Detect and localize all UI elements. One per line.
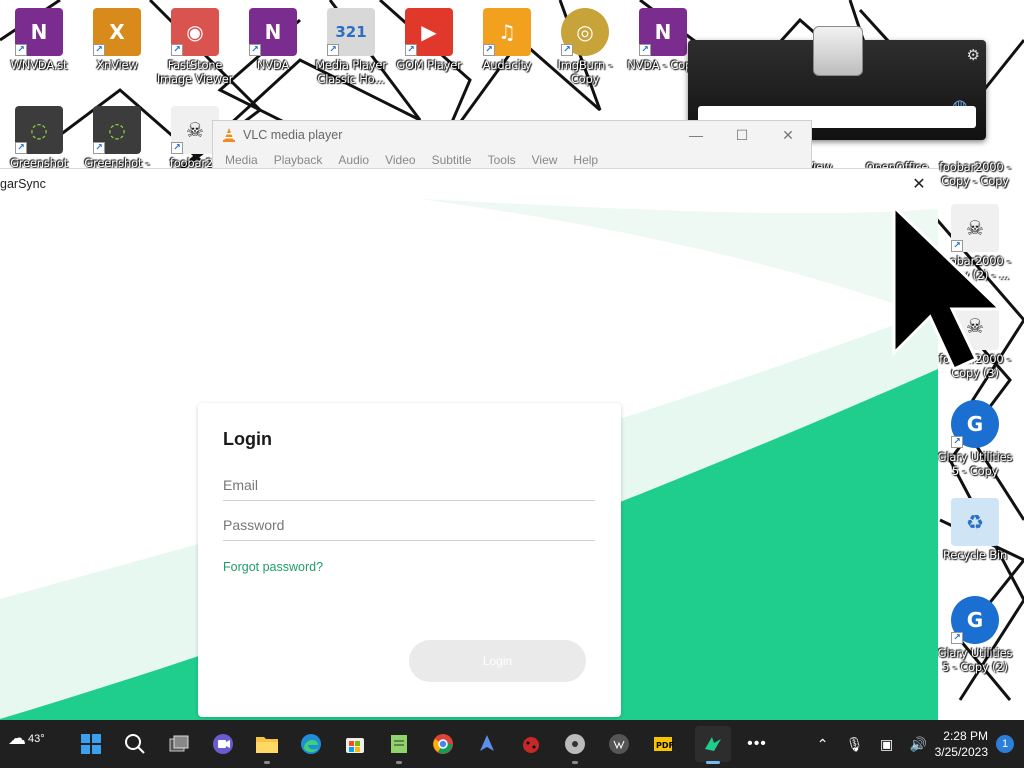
desktop-icon-nvda[interactable]: N ↗ NVDA bbox=[234, 4, 312, 100]
xnview-icon: X ↗ bbox=[93, 8, 141, 56]
nvda-icon: N ↗ bbox=[639, 8, 687, 56]
file-explorer-icon bbox=[256, 737, 278, 753]
greenshot-icon: ◌ ↗ bbox=[15, 106, 63, 154]
gom-player-icon: ▶ ↗ bbox=[405, 8, 453, 56]
disc-button[interactable] bbox=[557, 726, 593, 764]
edge-button[interactable] bbox=[293, 726, 329, 762]
faststone-icon: ◉ ↗ bbox=[171, 8, 219, 56]
teams-icon bbox=[213, 734, 233, 754]
app-icon bbox=[480, 735, 494, 751]
chevron-up-icon[interactable]: ⌃ bbox=[811, 732, 835, 756]
desktop-icon-gom[interactable]: ▶ ↗ GOM Player bbox=[390, 4, 468, 100]
search-icon bbox=[125, 734, 145, 754]
mouse-cursor-icon bbox=[892, 205, 1002, 371]
menu-tools[interactable]: Tools bbox=[480, 153, 524, 167]
notepad-button[interactable] bbox=[381, 726, 417, 764]
clock[interactable]: 2:28 PM 3/25/2023 bbox=[935, 728, 988, 760]
password-field[interactable] bbox=[223, 509, 595, 541]
clock-date: 3/25/2023 bbox=[934, 745, 988, 759]
app-button[interactable] bbox=[469, 726, 505, 762]
store-icon bbox=[346, 738, 364, 753]
desktop-icon-recycle-bin[interactable]: ♻ Recycle Bin bbox=[936, 494, 1014, 590]
chrome-button[interactable] bbox=[425, 726, 461, 762]
greenshot-icon: ◌ ↗ bbox=[93, 106, 141, 154]
login-card: Login Forgot password? Login bbox=[198, 403, 621, 717]
maximize-icon[interactable]: ☐ bbox=[719, 121, 765, 149]
system-tray: ⌃ 🎙 ▣ 🔊 2:28 PM 3/25/2023 1 bbox=[807, 720, 1024, 768]
more-apps-button[interactable]: ••• bbox=[739, 726, 775, 762]
vlc-cone-icon bbox=[223, 128, 235, 142]
disc-icon bbox=[565, 734, 585, 754]
cloud-icon: ☁ bbox=[8, 728, 26, 748]
store-button[interactable] bbox=[337, 726, 373, 762]
more-icon: ••• bbox=[747, 735, 767, 752]
desktop-icon-glary-copy[interactable]: G ↗ Glary Utilities 5 - Copy bbox=[936, 396, 1014, 492]
file-explorer-button[interactable] bbox=[249, 726, 285, 764]
winamp-button[interactable] bbox=[601, 726, 637, 762]
email-field[interactable] bbox=[223, 469, 595, 501]
recycle-bin-icon: ♻ bbox=[951, 498, 999, 546]
task-view-button[interactable] bbox=[161, 726, 197, 762]
sugarsync-window[interactable]: garSync ✕ Login Forgot password? Login bbox=[0, 168, 938, 720]
sugarsync-icon bbox=[705, 737, 721, 751]
menu-media[interactable]: Media bbox=[217, 153, 266, 167]
login-title: Login bbox=[223, 429, 272, 449]
winamp-icon bbox=[609, 734, 629, 754]
glary-utilities-icon: G ↗ bbox=[951, 596, 999, 644]
sugarsync-titlebar[interactable]: garSync bbox=[0, 169, 938, 199]
microphone-icon[interactable]: 🎙 bbox=[843, 732, 867, 756]
desktop-icon-imgburn[interactable]: ◎ ↗ ImgBurn - Copy bbox=[546, 4, 624, 100]
clock-time: 2:28 PM bbox=[943, 729, 988, 743]
notepad-icon bbox=[391, 735, 407, 753]
widget-handle[interactable] bbox=[813, 26, 863, 76]
menu-playback[interactable]: Playback bbox=[266, 153, 331, 167]
menu-audio[interactable]: Audio bbox=[330, 153, 377, 167]
desktop: N ↗ WNVDA.st X ↗ XnView ◉ ↗ FastStone Image… bbox=[0, 0, 1024, 720]
ladybug-button[interactable] bbox=[513, 726, 549, 762]
media-player-classic-icon: 321 ↗ bbox=[327, 8, 375, 56]
audacity-icon: ♫ ↗ bbox=[483, 8, 531, 56]
sugarsync-button[interactable] bbox=[695, 726, 731, 764]
imgburn-icon: ◎ ↗ bbox=[561, 8, 609, 56]
window-title: garSync bbox=[0, 177, 46, 191]
vlc-window[interactable]: VLC media player — ☐ ✕ Media Playback Au… bbox=[212, 120, 812, 170]
ladybug-icon bbox=[523, 737, 539, 753]
chrome-icon bbox=[433, 734, 453, 754]
glary-utilities-icon: G ↗ bbox=[951, 400, 999, 448]
teams-button[interactable] bbox=[205, 726, 241, 762]
desktop-icon-wnvda[interactable]: N ↗ WNVDA.st bbox=[0, 4, 78, 100]
start-button[interactable] bbox=[73, 726, 109, 762]
start-icon bbox=[81, 734, 101, 754]
taskbar: ☁ 43° PDF ••• ⌃ 🎙 ▣ 🔊 2:28 PM 3/25/2023 … bbox=[0, 720, 1024, 768]
network-icon[interactable]: ▣ bbox=[875, 732, 899, 756]
volume-icon[interactable]: 🔊 bbox=[907, 732, 931, 756]
close-icon[interactable]: ✕ bbox=[908, 173, 930, 195]
desktop-icon-xnview[interactable]: X ↗ XnView bbox=[78, 4, 156, 100]
menu-view[interactable]: View bbox=[524, 153, 566, 167]
taskbar-search-button[interactable] bbox=[117, 726, 153, 762]
menu-help[interactable]: Help bbox=[565, 153, 606, 167]
edge-icon bbox=[301, 734, 321, 754]
vlc-title: VLC media player bbox=[243, 128, 343, 142]
close-icon[interactable]: ✕ bbox=[765, 121, 811, 149]
desktop-icon-glary-copy-2[interactable]: G ↗ Glary Utilities 5 - Copy (2) bbox=[936, 592, 1014, 688]
weather-widget[interactable]: ☁ 43° bbox=[8, 728, 45, 749]
nvda-icon: N ↗ bbox=[15, 8, 63, 56]
desktop-icon-mpc[interactable]: 321 ↗ Media Player Classic Ho... bbox=[312, 4, 390, 100]
gear-icon[interactable]: ⚙ bbox=[967, 46, 980, 64]
nvda-icon: N ↗ bbox=[249, 8, 297, 56]
desktop-icon-faststone[interactable]: ◉ ↗ FastStone Image Viewer bbox=[156, 4, 234, 100]
pdf-icon: PDF bbox=[654, 737, 674, 751]
menu-video[interactable]: Video bbox=[377, 153, 423, 167]
svg-text:PDF: PDF bbox=[656, 741, 674, 750]
task-view-icon bbox=[169, 735, 189, 752]
forgot-password-link[interactable]: Forgot password? bbox=[223, 560, 323, 574]
minimize-icon[interactable]: — bbox=[673, 121, 719, 149]
notification-badge[interactable]: 1 bbox=[996, 735, 1014, 753]
desktop-icon-audacity[interactable]: ♫ ↗ Audacity bbox=[468, 4, 546, 100]
weather-temp: 43° bbox=[28, 732, 45, 745]
pdf-button[interactable]: PDF bbox=[645, 726, 681, 762]
login-button[interactable]: Login bbox=[409, 640, 586, 682]
menu-subtitle[interactable]: Subtitle bbox=[424, 153, 480, 167]
